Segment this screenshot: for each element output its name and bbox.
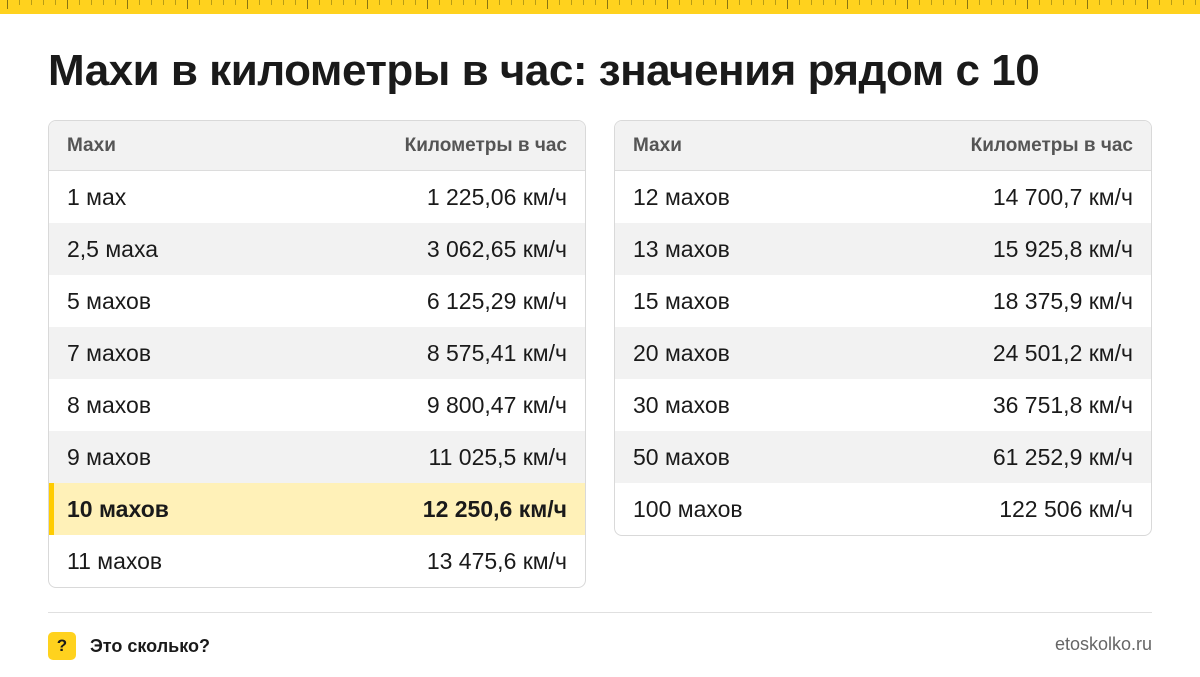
footer-divider <box>48 612 1152 613</box>
cell-kmh: 6 125,29 км/ч <box>426 287 567 314</box>
cell-kmh: 18 375,9 км/ч <box>992 287 1133 314</box>
cell-kmh: 122 506 км/ч <box>999 495 1133 522</box>
cell-mach: 20 махов <box>633 339 730 366</box>
cell-mach: 8 махов <box>67 391 152 418</box>
column-header-mach: Махи <box>67 134 116 156</box>
cell-kmh: 36 751,8 км/ч <box>992 391 1133 418</box>
cell-kmh: 14 700,7 км/ч <box>992 183 1133 210</box>
cell-kmh: 3 062,65 км/ч <box>426 235 567 262</box>
cell-mach: 1 мах <box>67 183 127 210</box>
column-header-kmh: Километры в час <box>404 134 567 156</box>
cell-mach: 30 махов <box>633 391 730 418</box>
table-row-highlighted: 10 махов 12 250,6 км/ч <box>49 483 585 535</box>
cell-mach: 13 махов <box>633 235 730 262</box>
cell-kmh: 1 225,06 км/ч <box>426 183 567 210</box>
cell-kmh: 8 575,41 км/ч <box>426 339 567 366</box>
cell-kmh: 12 250,6 км/ч <box>422 495 567 522</box>
conversion-table-left: Махи Километры в час 1 мах 1 225,06 км/ч… <box>48 120 586 588</box>
table-row: 2,5 маха 3 062,65 км/ч <box>49 223 585 275</box>
cell-kmh: 11 025,5 км/ч <box>428 443 567 470</box>
cell-mach: 100 махов <box>633 495 743 522</box>
table-row: 13 махов 15 925,8 км/ч <box>615 223 1151 275</box>
cell-mach: 11 махов <box>67 547 163 574</box>
table-row: 8 махов 9 800,47 км/ч <box>49 379 585 431</box>
table-row: 12 махов 14 700,7 км/ч <box>615 171 1151 223</box>
table-header: Махи Километры в час <box>615 121 1151 171</box>
table-row: 20 махов 24 501,2 км/ч <box>615 327 1151 379</box>
cell-mach: 50 махов <box>633 443 730 470</box>
brand[interactable]: ? Это сколько? <box>48 632 210 660</box>
table-row: 50 махов 61 252,9 км/ч <box>615 431 1151 483</box>
table-row: 11 махов 13 475,6 км/ч <box>49 535 585 587</box>
cell-mach: 10 махов <box>67 495 169 522</box>
cell-mach: 2,5 маха <box>67 235 159 262</box>
cell-kmh: 15 925,8 км/ч <box>992 235 1133 262</box>
cell-mach: 9 махов <box>67 443 152 470</box>
question-mark-icon: ? <box>48 632 76 660</box>
table-row: 15 махов 18 375,9 км/ч <box>615 275 1151 327</box>
cell-mach: 7 махов <box>67 339 152 366</box>
page-title: Махи в километры в час: значения рядом с… <box>48 46 1040 95</box>
ruler-strip <box>0 0 1200 14</box>
table-row: 9 махов 11 025,5 км/ч <box>49 431 585 483</box>
cell-mach: 5 махов <box>67 287 152 314</box>
cell-kmh: 24 501,2 км/ч <box>992 339 1133 366</box>
cell-kmh: 61 252,9 км/ч <box>992 443 1133 470</box>
cell-mach: 15 махов <box>633 287 730 314</box>
brand-name: Это сколько? <box>90 635 210 656</box>
table-header: Махи Километры в час <box>49 121 585 171</box>
site-link[interactable]: etoskolko.ru <box>1055 634 1152 655</box>
table-row: 5 махов 6 125,29 км/ч <box>49 275 585 327</box>
column-header-kmh: Километры в час <box>970 134 1133 156</box>
column-header-mach: Махи <box>633 134 682 156</box>
table-row: 7 махов 8 575,41 км/ч <box>49 327 585 379</box>
cell-kmh: 9 800,47 км/ч <box>426 391 567 418</box>
table-row: 30 махов 36 751,8 км/ч <box>615 379 1151 431</box>
table-row: 100 махов 122 506 км/ч <box>615 483 1151 535</box>
cell-kmh: 13 475,6 км/ч <box>426 547 567 574</box>
table-row: 1 мах 1 225,06 км/ч <box>49 171 585 223</box>
conversion-table-right: Махи Километры в час 12 махов 14 700,7 к… <box>614 120 1152 536</box>
cell-mach: 12 махов <box>633 183 730 210</box>
